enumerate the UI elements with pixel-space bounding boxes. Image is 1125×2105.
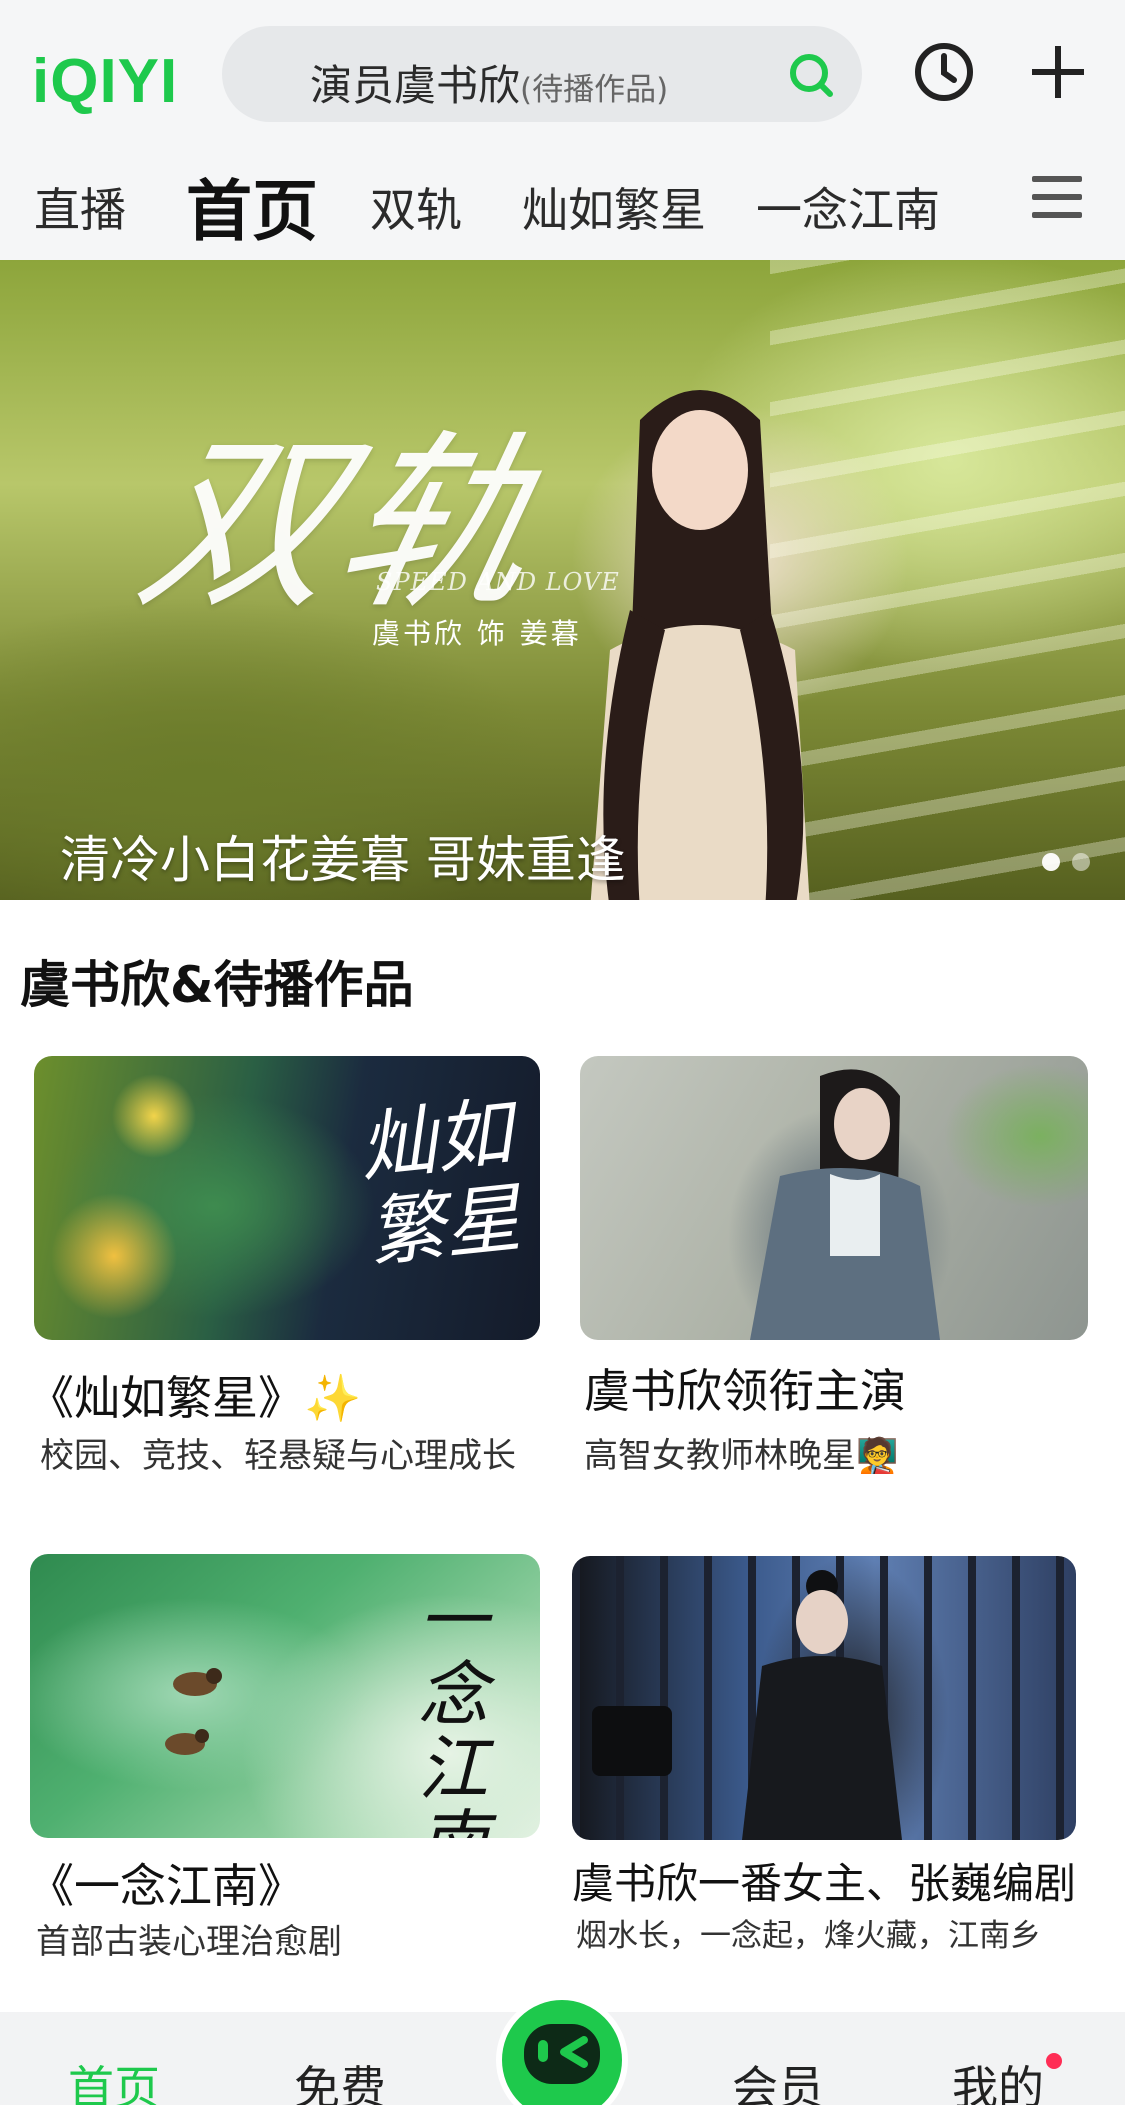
search-query: 演员虞书欣(待播作品) — [310, 52, 668, 113]
top-bar: iQIYI 演员虞书欣(待播作品) — [0, 0, 1125, 148]
menu-icon[interactable] — [1030, 170, 1084, 224]
banner-english-title: SPEED AND LOVE — [376, 568, 620, 596]
card-thumbnail-actress[interactable] — [580, 1056, 1088, 1340]
carousel-dot-active[interactable] — [1042, 853, 1060, 871]
search-box[interactable]: 演员虞书欣(待播作品) — [222, 26, 862, 122]
search-query-text: 演员虞书欣 — [310, 61, 521, 110]
poster-title-text: 一念江南 — [418, 1580, 488, 1838]
carousel-dot[interactable] — [1072, 853, 1090, 871]
bottom-nav-home[interactable]: 首页 — [68, 2052, 160, 2105]
card-title[interactable]: 《灿如繁星》✨ — [28, 1362, 361, 1428]
card-title[interactable]: 《一念江南》 — [28, 1850, 304, 1916]
card-title[interactable]: 虞书欣领衔主演 — [584, 1355, 906, 1421]
carousel-indicator[interactable] — [1042, 853, 1102, 873]
actress-figure-image — [750, 1069, 940, 1340]
history-clock-icon[interactable] — [912, 40, 976, 104]
section-title: 虞书欣&待播作品 — [20, 956, 414, 1014]
banner-role-text: 虞书欣 饰 姜暮 — [372, 617, 582, 650]
bottom-nav-vip[interactable]: 会员 — [732, 2052, 824, 2105]
banner-actress-image — [590, 390, 810, 900]
tab-shuanggui[interactable]: 双轨 — [370, 174, 462, 240]
card-subtitle: 校园、竞技、轻悬疑与心理成长 — [40, 1436, 516, 1476]
tab-live[interactable]: 直播 — [34, 174, 126, 240]
hero-banner[interactable]: 双轨 SPEED AND LOVE 虞书欣 饰 姜暮 清冷小白花姜暮 哥妹重逢 — [0, 260, 1125, 900]
banner-show-logo: 双轨 — [122, 414, 562, 635]
card-subtitle: 烟水长，一念起，烽火藏，江南乡 — [576, 1918, 1041, 1954]
search-icon[interactable] — [788, 52, 834, 98]
card-subtitle: 高智女教师林晚星🧑‍🏫 — [584, 1436, 899, 1476]
search-hint: (待播作品) — [520, 72, 669, 108]
costume-figure-image — [592, 1570, 902, 1840]
tab-yinianjiangnan[interactable]: 一念江南 — [756, 174, 940, 240]
card-thumbnail-costume[interactable] — [572, 1556, 1076, 1840]
bottom-nav-free[interactable]: 免费 — [294, 2052, 386, 2105]
tab-home[interactable]: 首页 — [186, 158, 318, 254]
bottom-nav-me[interactable]: 我的 — [952, 2052, 1044, 2105]
banner-caption: 清冷小白花姜暮 哥妹重逢 — [60, 831, 626, 889]
poster-title-text: 灿如繁星 — [355, 1087, 525, 1278]
iqiyi-logo[interactable]: iQIYI — [32, 46, 178, 117]
card-subtitle: 首部古装心理治愈剧 — [36, 1922, 342, 1962]
card-thumbnail-yinianjiangnan[interactable]: 一念江南 — [30, 1554, 540, 1838]
tab-canrufanxing[interactable]: 灿如繁星 — [522, 174, 706, 240]
channel-tabs: 直播 首页 双轨 灿如繁星 一念江南 — [0, 148, 1125, 260]
notification-badge-dot — [1046, 2053, 1062, 2069]
center-action-button[interactable] — [496, 1994, 628, 2105]
mascot-face-icon — [524, 2024, 600, 2084]
card-title[interactable]: 虞书欣一番女主、张巍编剧 — [572, 1850, 1076, 1911]
plus-icon[interactable] — [1028, 42, 1088, 102]
card-thumbnail-canrufanxing[interactable]: 灿如繁星 — [34, 1056, 540, 1340]
